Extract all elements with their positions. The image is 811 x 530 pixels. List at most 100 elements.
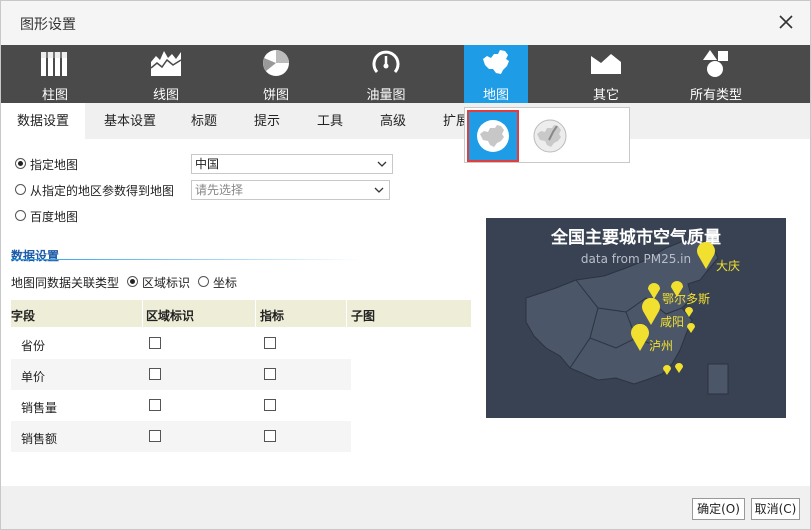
title-bar: 图形设置	[1, 1, 810, 45]
china-map-icon	[483, 50, 509, 74]
ok-button[interactable]: 确定(O)	[692, 498, 745, 520]
dialog-title: 图形设置	[20, 17, 76, 33]
map-subtype-region[interactable]	[467, 110, 519, 162]
region-id-checkbox[interactable]	[149, 399, 161, 411]
chart-type-line-item[interactable]: 线图	[134, 45, 198, 103]
chevron-down-icon	[377, 161, 387, 167]
china-map-shape	[525, 237, 729, 395]
region-id-checkbox[interactable]	[149, 430, 161, 442]
radio-map-from-param[interactable]	[15, 184, 26, 195]
radio-baidu-map[interactable]	[15, 210, 26, 221]
header-indicator: 指标	[260, 309, 285, 323]
chevron-down-icon	[374, 187, 384, 193]
specified-map-label: 指定地图	[30, 158, 79, 172]
bar-chart-icon	[41, 52, 67, 76]
map-pin-icon	[648, 283, 660, 299]
chart-type-label: 地图	[482, 88, 509, 103]
point-map-icon	[533, 119, 567, 153]
map-select-value: 中国	[195, 157, 220, 171]
map-pin-icon	[685, 307, 693, 317]
chart-type-label: 饼图	[262, 88, 289, 103]
header-divider	[255, 300, 256, 327]
map-select[interactable]: 中国	[191, 154, 393, 174]
region-map-icon	[477, 120, 509, 152]
indicator-checkbox[interactable]	[264, 368, 276, 380]
chart-type-all-item[interactable]: 所有类型	[684, 45, 748, 103]
city-label: 大庆	[716, 259, 741, 273]
tab-data-settings[interactable]: 数据设置	[1, 103, 85, 139]
link-type-label: 地图同数据关联类型	[11, 276, 120, 290]
radio-coordinate[interactable]	[198, 276, 209, 287]
indicator-checkbox[interactable]	[264, 399, 276, 411]
city-label: 泸州	[649, 339, 674, 353]
table-row: 省份	[11, 328, 351, 359]
indicator-checkbox[interactable]	[264, 430, 276, 442]
map-pin-icon	[642, 298, 660, 325]
city-label: 鄂尔多斯	[662, 292, 711, 306]
line-chart-icon	[151, 51, 181, 76]
map-from-param-label: 从指定的地区参数得到地图	[30, 184, 175, 198]
chart-type-bar-item[interactable]: 柱图	[23, 45, 87, 103]
chart-type-label: 线图	[152, 88, 179, 103]
map-pin-icon	[675, 363, 683, 373]
chart-type-gauge-item[interactable]: 油量图	[354, 45, 418, 103]
section-divider	[11, 259, 361, 260]
indicator-checkbox[interactable]	[264, 337, 276, 349]
baidu-map-label: 百度地图	[30, 210, 79, 224]
data-settings-section-title: 数据设置	[11, 249, 60, 263]
field-grid-header: 字段 区域标识 指标 子图	[11, 300, 471, 327]
region-id-label: 区域标识	[142, 276, 191, 290]
region-id-checkbox[interactable]	[149, 337, 161, 349]
shapes-icon	[703, 50, 728, 77]
close-icon[interactable]	[777, 13, 795, 31]
map-subtype-popup	[464, 107, 630, 163]
chart-type-bar: 柱图 线图 饼图 油量图 地图 其它 所有类型	[1, 45, 810, 103]
header-region-id: 区域标识	[146, 309, 195, 323]
row-field-name: 省份	[21, 339, 46, 353]
coordinate-label: 坐标	[213, 276, 238, 290]
radio-specified-map[interactable]	[15, 158, 26, 169]
map-subtype-point[interactable]	[526, 112, 574, 160]
chart-type-label: 柱图	[41, 88, 68, 103]
param-select[interactable]: 请先选择	[191, 180, 390, 200]
tab-basic-settings[interactable]: 基本设置	[93, 103, 167, 139]
dialog-footer	[1, 486, 810, 529]
preview-subtitle: data from PM25.in	[580, 252, 692, 266]
chart-type-other-item[interactable]: 其它	[574, 45, 638, 103]
param-select-placeholder: 请先选择	[195, 183, 244, 197]
row-field-name: 销售量	[21, 401, 58, 415]
other-chart-icon	[591, 54, 621, 74]
map-pin-icon	[663, 365, 671, 375]
tab-title[interactable]: 标题	[179, 103, 229, 139]
chart-type-label: 其它	[592, 88, 619, 103]
map-preview-image: 全国主要城市空气质量 data from PM25.in 大庆 鄂尔多斯 咸阳 …	[486, 218, 786, 418]
row-field-name: 单价	[21, 370, 46, 384]
chart-settings-dialog: 图形设置 柱图 线图 饼图 油量图 地图 其它 所有类型 数据设置 基本设置 标…	[0, 0, 811, 530]
preview-title: 全国主要城市空气质量	[551, 228, 721, 248]
settings-tabs: 数据设置 基本设置 标题 提示 工具 高级 扩展	[1, 103, 810, 139]
radio-region-id[interactable]	[127, 276, 138, 287]
map-pin-icon	[631, 324, 649, 351]
header-subchart: 子图	[351, 309, 376, 323]
table-row: 销售量	[11, 390, 351, 421]
table-row: 单价	[11, 359, 351, 390]
region-id-checkbox[interactable]	[149, 368, 161, 380]
chart-type-pie-item[interactable]: 饼图	[244, 45, 308, 103]
cancel-button[interactable]: 取消(C)	[751, 498, 800, 520]
tab-tooltip[interactable]: 提示	[242, 103, 292, 139]
map-pin-icon	[697, 242, 715, 269]
header-divider	[346, 300, 347, 327]
chart-type-label: 油量图	[366, 88, 406, 103]
gauge-icon	[372, 50, 400, 73]
map-pin-icon	[687, 323, 695, 333]
chart-type-map-item[interactable]: 地图	[464, 45, 528, 103]
row-field-name: 销售额	[21, 432, 58, 446]
chart-type-label: 所有类型	[689, 88, 742, 103]
tab-tools[interactable]: 工具	[305, 103, 355, 139]
city-label: 咸阳	[660, 315, 685, 329]
table-row: 销售额	[11, 421, 351, 452]
header-field: 字段	[11, 309, 36, 323]
header-divider	[142, 300, 143, 327]
pie-chart-icon	[263, 50, 289, 76]
tab-advanced[interactable]: 高级	[368, 103, 418, 139]
